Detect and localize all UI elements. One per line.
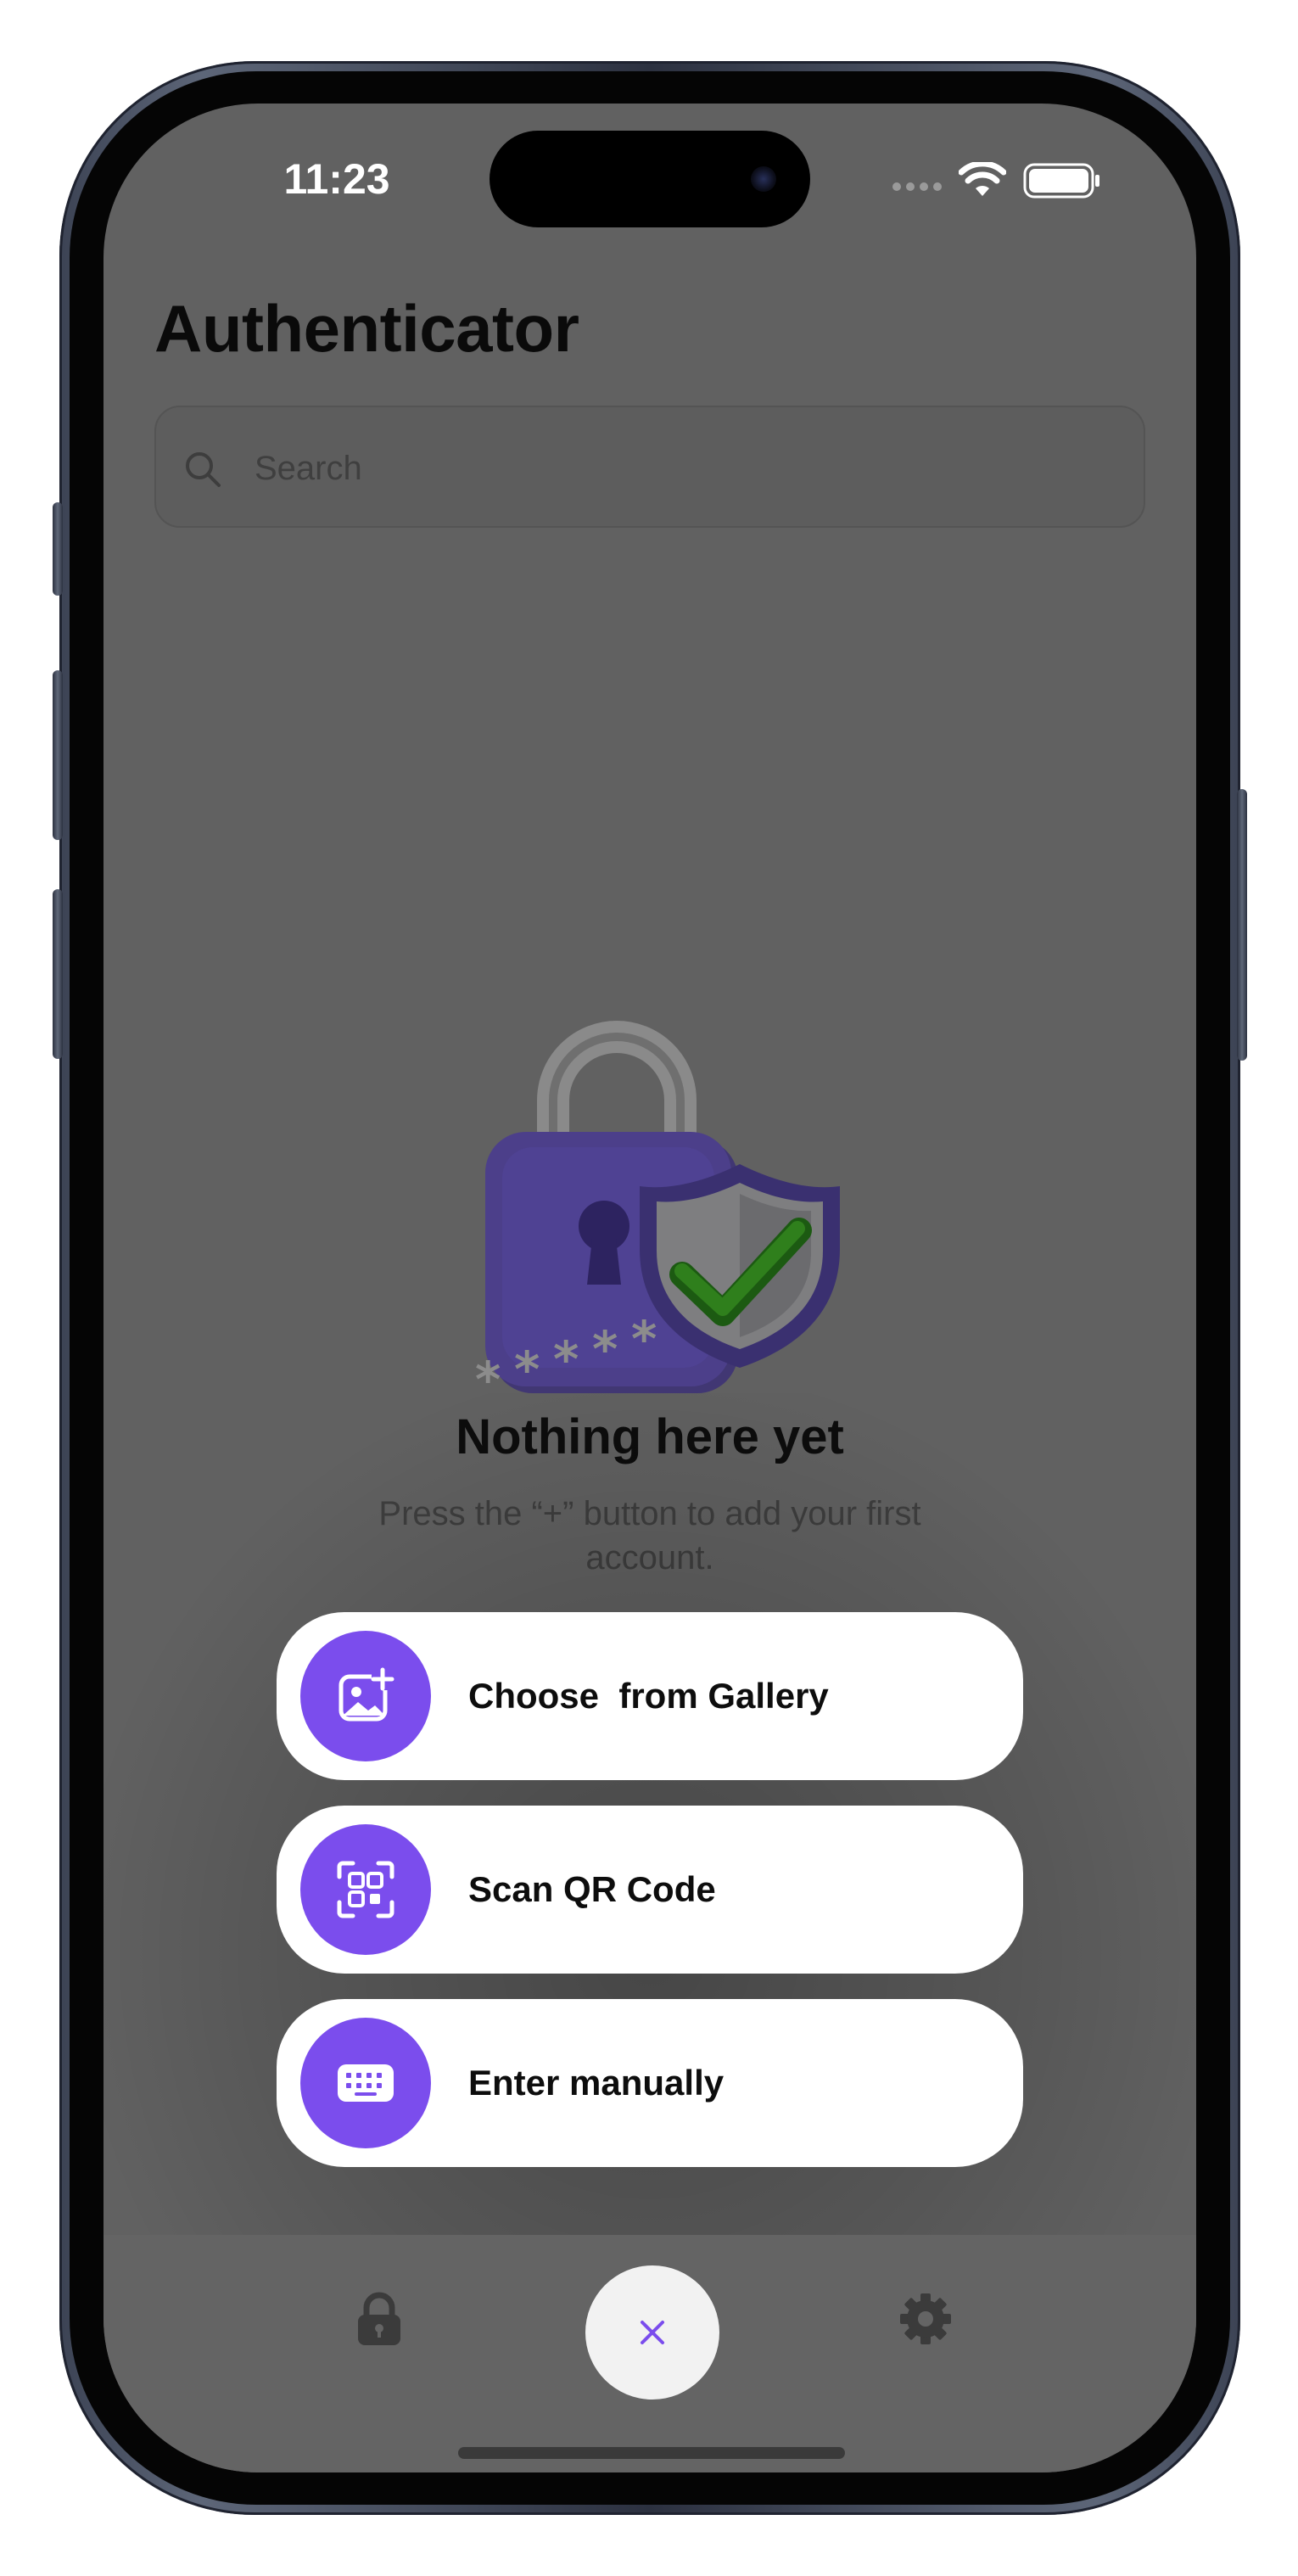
front-camera <box>751 166 776 192</box>
status-icons <box>892 160 1101 202</box>
status-time: 11:23 <box>283 155 390 203</box>
volume-down-button <box>53 889 63 1059</box>
wifi-icon <box>959 162 1006 196</box>
search-input[interactable] <box>253 438 1105 499</box>
app-screen: 11:23 Authenticator Search * * * * * Not… <box>104 104 1196 2472</box>
cellular-signal-icon <box>892 182 942 191</box>
keyboard-icon <box>338 2064 394 2102</box>
enter-manually-button[interactable]: Enter manually <box>277 1999 1023 2167</box>
keyboard-icon-circle <box>300 2018 431 2148</box>
dynamic-island <box>490 131 810 227</box>
choose-from-gallery-label: Choose from Gallery <box>468 1676 829 1716</box>
svg-text:*: * <box>475 1351 501 1408</box>
device-mockup: 11:23 Authenticator Search * * * * * Not… <box>0 0 1298 2576</box>
lock-icon[interactable] <box>350 2289 409 2349</box>
search-icon <box>186 452 221 487</box>
battery-icon <box>1023 163 1099 199</box>
choose-from-gallery-button[interactable]: Choose from Gallery <box>277 1612 1023 1780</box>
close-menu-button[interactable] <box>585 2265 719 2400</box>
qr-scan-icon <box>337 1861 394 1918</box>
power-button <box>1237 789 1247 1061</box>
scan-qr-code-button[interactable]: Scan QR Code <box>277 1806 1023 1974</box>
home-indicator <box>458 2447 845 2459</box>
qr-scan-icon-circle <box>300 1824 431 1955</box>
page-title: Authenticator <box>154 291 579 366</box>
svg-text:*: * <box>514 1341 540 1398</box>
action-button <box>53 502 63 596</box>
enter-manually-label: Enter manually <box>468 2063 725 2103</box>
scan-qr-code-label: Scan QR Code <box>468 1869 716 1909</box>
search-bar[interactable] <box>154 406 1145 528</box>
gallery-add-icon <box>338 1667 394 1722</box>
volume-up-button <box>53 670 63 840</box>
close-icon <box>641 2321 664 2344</box>
gear-icon[interactable] <box>896 2289 955 2349</box>
svg-text:*: * <box>631 1310 657 1368</box>
empty-state-subtitle: Press the “+” button to add your first a… <box>378 1495 921 1576</box>
empty-state-title: Nothing here yet <box>456 1409 844 1464</box>
svg-text:*: * <box>553 1330 579 1388</box>
svg-text:*: * <box>592 1320 618 1378</box>
gallery-add-icon-circle <box>300 1631 431 1761</box>
